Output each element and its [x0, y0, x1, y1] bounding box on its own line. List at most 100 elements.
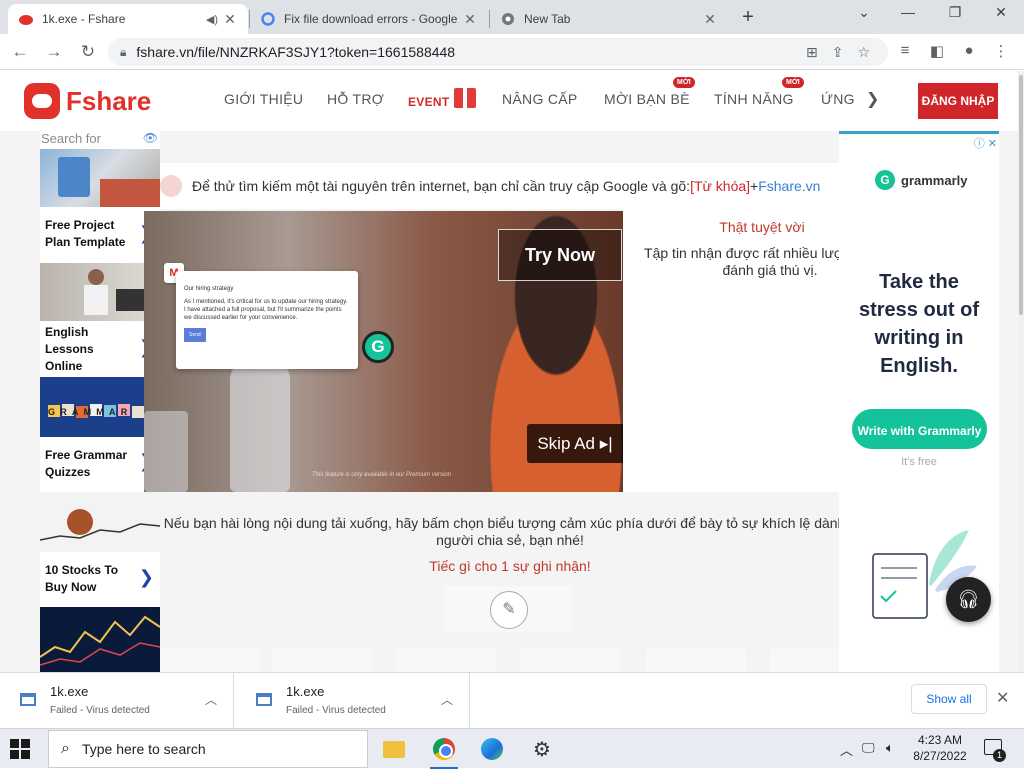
- taskbar-search-box[interactable]: ⌕ Type here to search: [48, 730, 368, 768]
- menu-support[interactable]: HỖ TRỢ: [327, 91, 384, 107]
- download-bar: 1k.exe Failed - Virus detected ︿ 1k.exe …: [0, 672, 1024, 729]
- network-icon[interactable]: 🖵︎: [862, 740, 875, 756]
- google-favicon-icon: [260, 11, 276, 27]
- support-headset-icon[interactable]: 🎧︎: [946, 577, 991, 622]
- ad-label-project[interactable]: Free Project Plan Template: [45, 217, 125, 251]
- download-item[interactable]: 1k.exe Failed - Virus detected ︿: [0, 673, 234, 729]
- tip-text: Để thử tìm kiếm một tài nguyên trên inte…: [192, 178, 691, 194]
- menu-kebab-icon[interactable]: ⋮: [990, 42, 1012, 60]
- chevron-right-icon[interactable]: ❯: [866, 89, 879, 109]
- ad-info-icon[interactable]: ⓘ ✕: [974, 135, 997, 151]
- new-badge: MỚI: [673, 77, 695, 88]
- windows-taskbar: ⌕ Type here to search ⚙ ︿ 🖵︎ 🔈︎ 4:23 AM …: [0, 728, 1024, 769]
- emoji-slot[interactable]: [646, 649, 746, 672]
- grammar-tiles-text: GRAMMAR: [48, 407, 132, 417]
- tab-fshare[interactable]: 1k.exe - Fshare ◀) ✕: [8, 4, 248, 34]
- tab-strip: 1k.exe - Fshare ◀) ✕ Fix file download e…: [0, 0, 1024, 34]
- ad-label-english[interactable]: English Lessons Online: [45, 324, 94, 375]
- download-filename: 1k.exe: [50, 684, 89, 699]
- close-tab-icon[interactable]: ✕: [702, 11, 718, 28]
- tab-newtab[interactable]: New Tab ✕: [490, 4, 728, 34]
- trading-chart-image[interactable]: [39, 607, 161, 672]
- grammarly-headline: Take the stress out of writing in Englis…: [858, 271, 980, 377]
- chevron-up-icon[interactable]: ︿: [441, 691, 453, 708]
- reload-icon[interactable]: ↻: [76, 40, 100, 64]
- share-icon[interactable]: ⇪: [832, 44, 844, 61]
- speaker-icon[interactable]: ◀): [206, 13, 218, 26]
- close-download-bar-icon[interactable]: ✕: [996, 688, 1009, 708]
- settings-gear-icon[interactable]: ⚙: [518, 729, 566, 769]
- side-panel-icon[interactable]: ◧: [926, 42, 948, 60]
- new-tab-icon[interactable]: +: [736, 6, 760, 29]
- bottle-image: [230, 361, 290, 492]
- tab-search-icon[interactable]: ⌄: [852, 4, 876, 21]
- project-plan-image[interactable]: [40, 149, 160, 207]
- close-window-icon[interactable]: ✕: [989, 4, 1013, 21]
- tab-google[interactable]: Fix file download errors - Google ✕: [250, 4, 488, 34]
- add-reaction-icon[interactable]: ✎: [490, 591, 528, 629]
- back-icon[interactable]: ←: [8, 40, 32, 64]
- close-tab-icon[interactable]: ✕: [222, 11, 238, 28]
- tip-site-link[interactable]: Fshare.vn: [758, 178, 820, 194]
- english-lessons-image[interactable]: [40, 263, 160, 321]
- ad-label-stocks[interactable]: 10 Stocks To Buy Now: [45, 562, 118, 596]
- forward-icon[interactable]: →: [42, 40, 66, 64]
- download-item[interactable]: 1k.exe Failed - Virus detected ︿: [236, 673, 470, 729]
- minimize-icon[interactable]: —: [896, 4, 920, 20]
- chevron-right-icon[interactable]: ❯: [139, 567, 154, 588]
- emoji-slot[interactable]: [396, 649, 496, 672]
- chevron-up-icon[interactable]: ︿: [205, 691, 217, 708]
- restore-icon[interactable]: ❐: [943, 4, 967, 21]
- skip-ad-button[interactable]: Skip Ad ▸|: [527, 424, 623, 463]
- bookmark-star-icon[interactable]: ☆: [857, 44, 870, 61]
- menu-invite[interactable]: MỜI BẠN BÈ: [604, 91, 690, 107]
- menu-apps[interactable]: ỨNG: [821, 91, 855, 107]
- tip-icon: [160, 175, 182, 197]
- lock-icon[interactable]: 🔒︎: [120, 45, 126, 60]
- clock-date: 8/27/2022: [913, 749, 967, 763]
- close-tab-icon[interactable]: ✕: [462, 11, 478, 28]
- emoji-slot[interactable]: [520, 649, 620, 672]
- translate-icon[interactable]: ⊞: [806, 44, 818, 61]
- address-bar[interactable]: 🔒︎ fshare.vn/file/NNZRKAF3SJY1?token=166…: [108, 38, 888, 66]
- menu-event[interactable]: EVENT: [408, 95, 450, 109]
- ad-choices-icon[interactable]: 👁︎: [143, 131, 158, 145]
- gift-icon[interactable]: [454, 88, 476, 108]
- scrollbar-thumb[interactable]: [1019, 75, 1023, 315]
- mail-body: As I mentioned, it's critical for us to …: [184, 299, 348, 321]
- profile-icon[interactable]: ●: [958, 42, 980, 59]
- try-now-button[interactable]: Try Now: [498, 229, 622, 281]
- emoji-slot[interactable]: [160, 649, 260, 672]
- write-with-grammarly-button[interactable]: Write with Grammarly: [852, 409, 987, 449]
- glass-image: [144, 411, 188, 492]
- chrome-favicon-icon: [500, 11, 516, 27]
- system-clock[interactable]: 4:23 AM 8/27/2022: [908, 732, 972, 764]
- windows-start-icon[interactable]: [10, 739, 30, 759]
- menu-features[interactable]: TÍNH NĂNG: [714, 91, 794, 107]
- fshare-logo[interactable]: Fshare: [24, 83, 151, 119]
- file-explorer-icon[interactable]: [370, 729, 418, 769]
- login-button[interactable]: ĐĂNG NHẬP: [918, 83, 998, 119]
- menu-about[interactable]: GIỚI THIỆU: [224, 91, 303, 107]
- emoji-slot[interactable]: [272, 649, 372, 672]
- edge-taskbar-icon[interactable]: [468, 729, 516, 769]
- video-ad[interactable]: M Our hiring strategy As I mentioned, it…: [144, 211, 623, 492]
- taskbar-search-placeholder: Type here to search: [81, 741, 206, 757]
- chevron-up-icon[interactable]: ︿: [840, 740, 853, 759]
- grammarly-g-icon: G: [362, 331, 394, 363]
- tab-title: 1k.exe - Fshare: [42, 12, 126, 26]
- ad-label-grammar[interactable]: Free Grammar Quizzes: [45, 447, 127, 481]
- menu-upgrade[interactable]: NÂNG CẤP: [502, 91, 578, 107]
- stocks-chart-image[interactable]: [39, 492, 161, 552]
- search-tip: Để thử tìm kiếm một tài nguyên trên inte…: [160, 163, 840, 209]
- tab-title: New Tab: [524, 12, 571, 26]
- grammarly-logo: G grammarly: [875, 170, 967, 190]
- logo-text: Fshare: [66, 85, 152, 116]
- show-all-button[interactable]: Show all: [911, 684, 987, 714]
- chrome-taskbar-icon[interactable]: [420, 729, 468, 769]
- fshare-favicon-icon: [18, 11, 34, 27]
- tip-plus: +: [750, 178, 759, 194]
- volume-icon[interactable]: 🔈︎: [886, 740, 894, 756]
- media-control-icon[interactable]: ≡: [894, 42, 916, 59]
- grammar-quiz-image[interactable]: GRAMMAR: [40, 377, 160, 437]
